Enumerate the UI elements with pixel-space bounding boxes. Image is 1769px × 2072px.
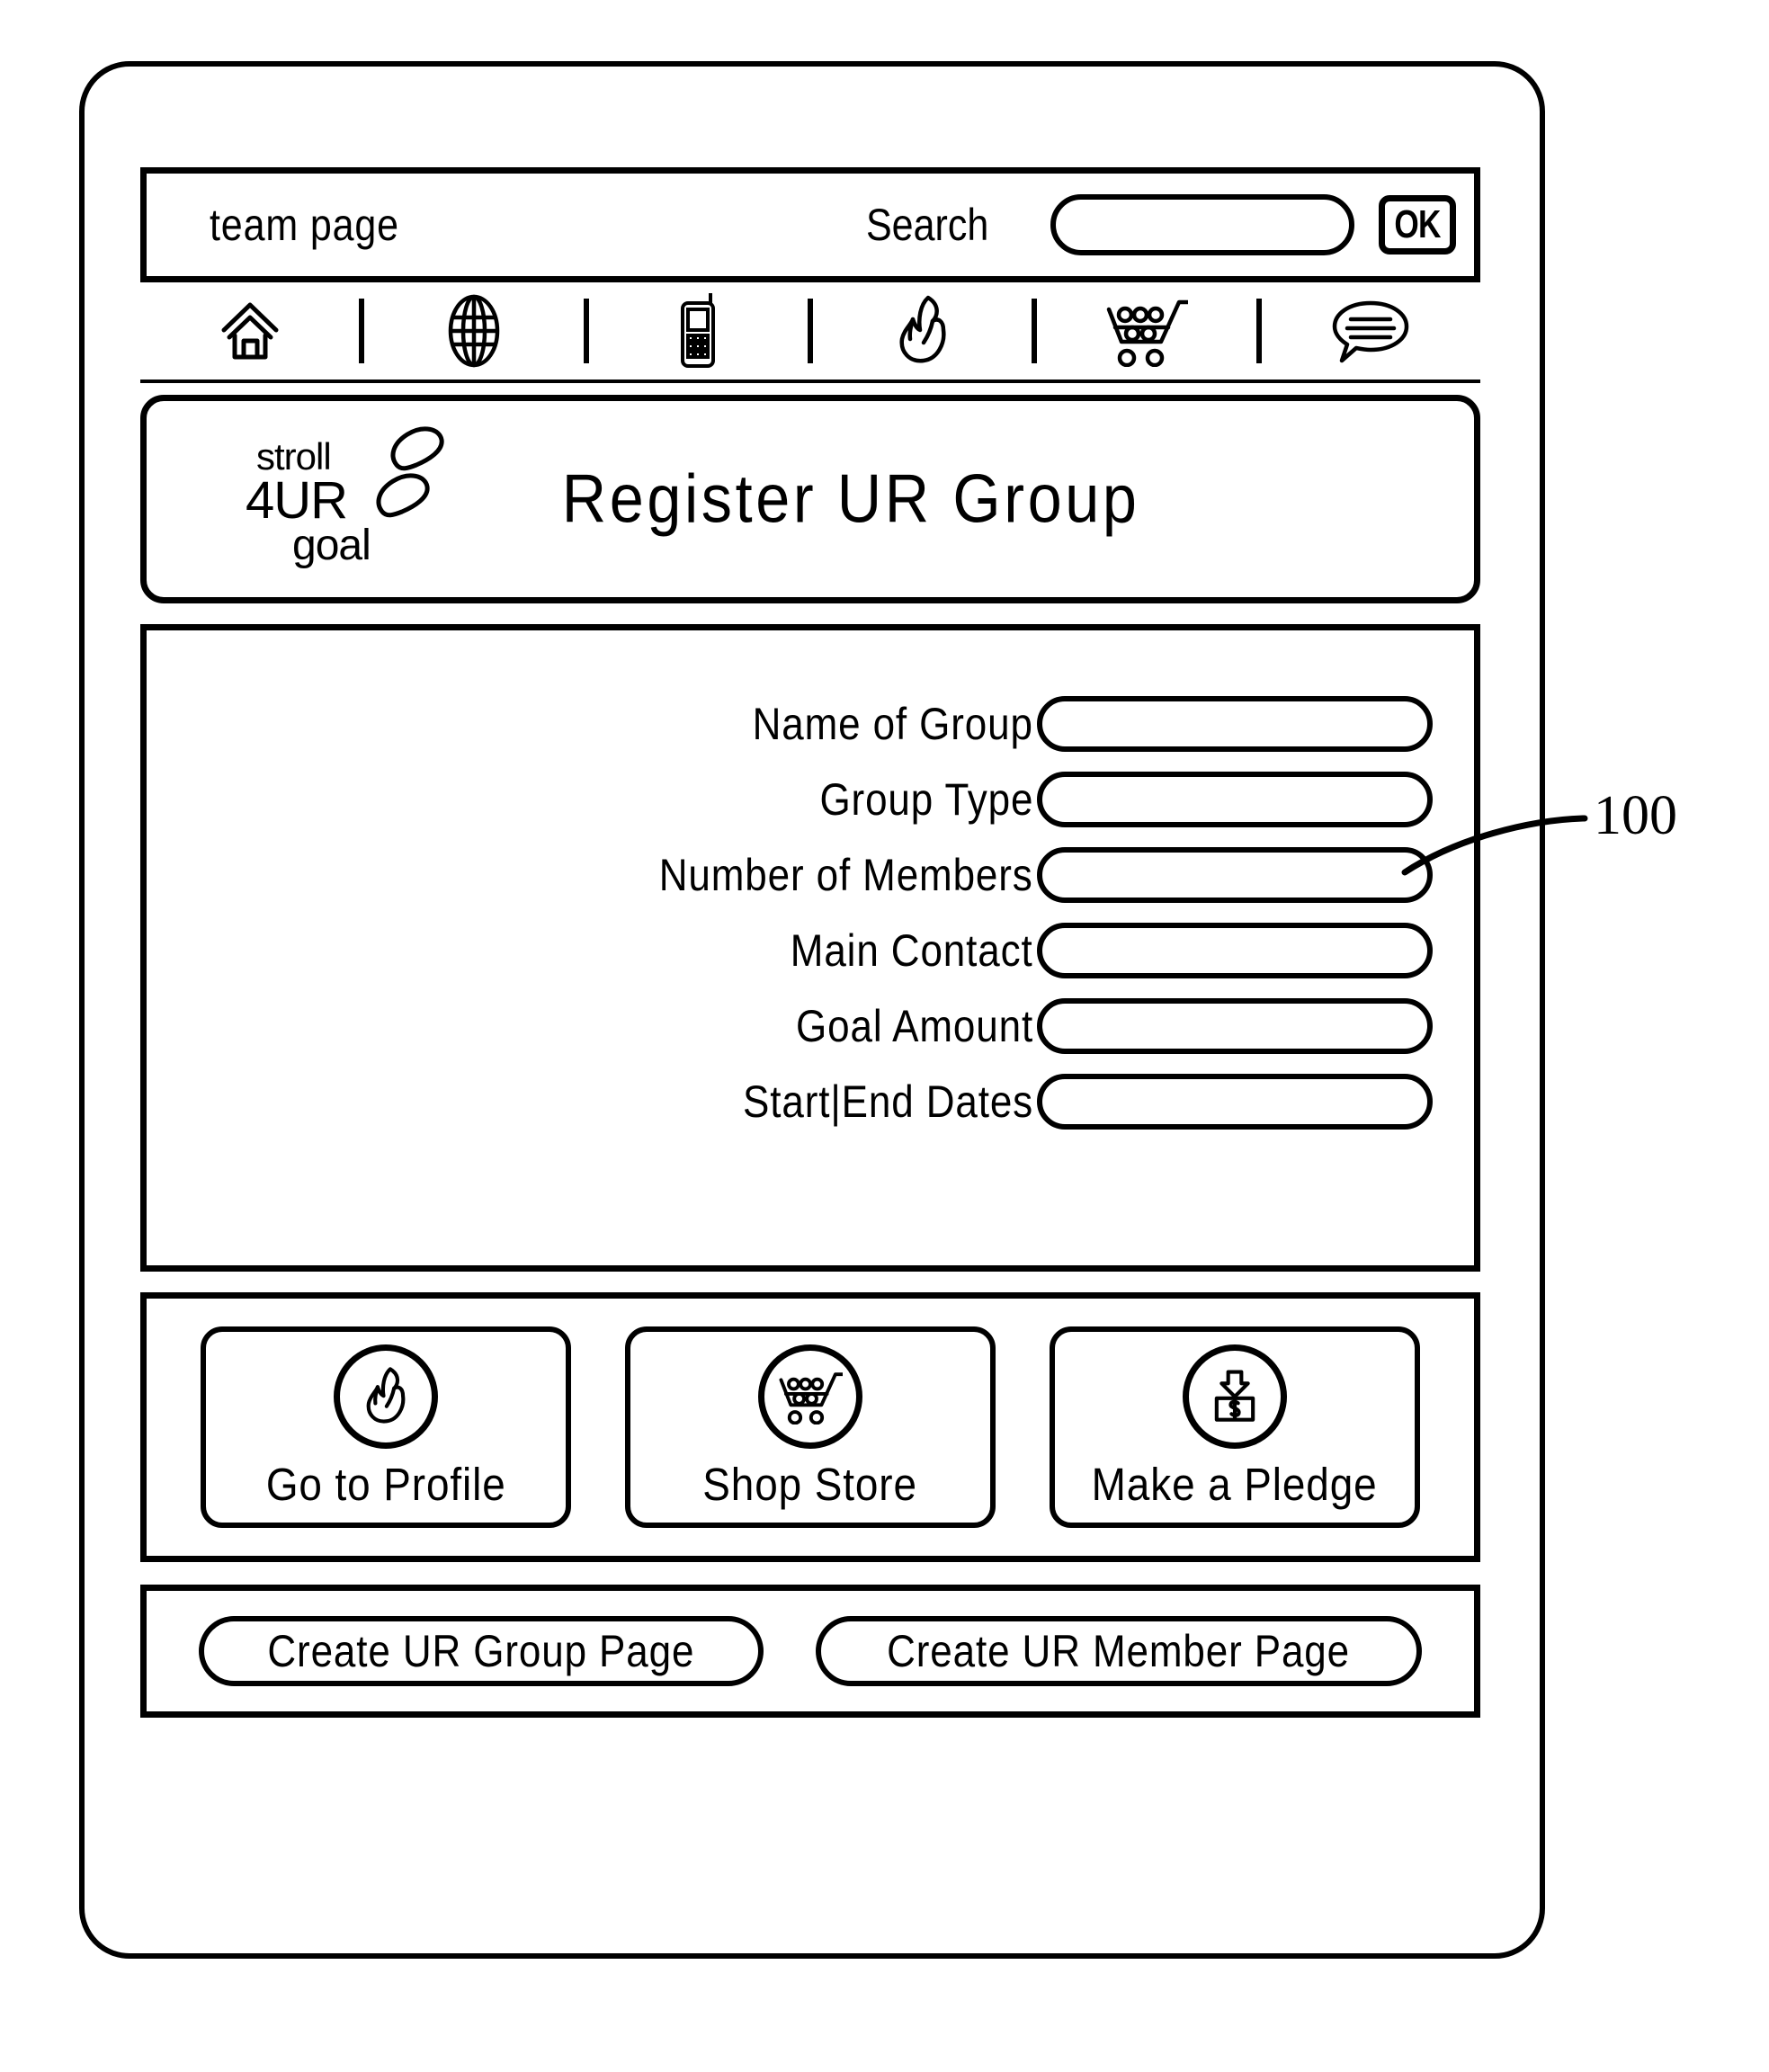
create-ur-member-page-button[interactable]: Create UR Member Page [816,1616,1422,1686]
globe-icon [441,294,507,368]
bottom-panel: Create UR Group Page Create UR Member Pa… [140,1585,1480,1718]
toolbar-item-mobile[interactable] [644,288,752,374]
form-row: Number of Members [147,837,1474,913]
page-title: team page [210,200,399,250]
screen-title-text: Register UR Group [561,460,1140,538]
input-group-type[interactable] [1037,772,1433,827]
form-row: Start|End Dates [147,1064,1474,1139]
toolbar-item-profile[interactable] [869,288,977,374]
form-row: Name of Group [147,686,1474,762]
go-to-profile-button[interactable]: Go to Profile [201,1326,571,1528]
search-label: Search [866,200,989,250]
reference-callout: 100 [1394,737,1754,935]
mobile-phone-icon [673,292,723,370]
shopping-cart-icon [778,1369,843,1424]
input-number-of-members[interactable] [1037,847,1433,903]
form-field-list: Name of Group Group Type Number of Membe… [147,686,1474,1139]
input-start-end-dates[interactable] [1037,1074,1433,1130]
label-main-contact: Main Contact [791,925,1033,976]
make-a-pledge-button[interactable]: Make a Pledge [1050,1326,1420,1528]
shopping-cart-icon [1105,295,1188,367]
form-row: Goal Amount [147,988,1474,1064]
flame-icon [891,292,954,370]
top-bar: team page Search OK [140,167,1480,282]
form-panel: Name of Group Group Type Number of Membe… [140,624,1480,1272]
input-main-contact[interactable] [1037,923,1433,978]
create-ur-member-page-label: Create UR Member Page [887,1626,1351,1676]
ok-button[interactable]: OK [1379,195,1456,255]
title-panel: stroll 4UR goal Register UR Group [140,395,1480,603]
device-frame: team page Search OK stroll 4UR goal Regi… [79,61,1545,1959]
ok-button-label: OK [1394,202,1441,246]
shop-store-label: Shop Store [702,1458,918,1510]
toolbar-separator [1255,299,1262,363]
label-goal-amount: Goal Amount [795,1001,1033,1051]
label-group-type: Group Type [819,774,1033,825]
form-row: Main Contact [147,913,1474,988]
create-ur-group-page-button[interactable]: Create UR Group Page [199,1616,764,1686]
deposit-icon-circle [1183,1344,1287,1449]
form-row: Group Type [147,762,1474,837]
flame-icon-circle [334,1344,438,1449]
search-input[interactable] [1050,194,1354,255]
callout-leader-line [1401,815,1588,876]
flame-icon [360,1364,412,1429]
toolbar-separator [583,299,589,363]
label-name-of-group: Name of Group [752,699,1033,749]
create-ur-group-page-label: Create UR Group Page [267,1626,695,1676]
icon-toolbar [140,282,1480,383]
make-a-pledge-label: Make a Pledge [1092,1458,1378,1510]
shop-store-button[interactable]: Shop Store [625,1326,996,1528]
input-name-of-group[interactable] [1037,696,1433,752]
actions-panel: Go to Profile Shop Store Make a Pledge [140,1292,1480,1562]
label-start-end-dates: Start|End Dates [742,1076,1033,1127]
toolbar-item-globe[interactable] [420,288,528,374]
toolbar-separator [1032,299,1038,363]
speech-bubble-icon [1331,298,1410,364]
go-to-profile-label: Go to Profile [265,1458,506,1510]
toolbar-separator [359,299,365,363]
deposit-money-icon [1205,1367,1264,1426]
screen-title: Register UR Group [147,460,1474,539]
input-goal-amount[interactable] [1037,998,1433,1054]
cart-icon-circle [758,1344,862,1449]
toolbar-item-store[interactable] [1093,288,1201,374]
toolbar-separator [807,299,813,363]
reference-number: 100 [1594,785,1677,846]
home-icon [215,296,285,366]
toolbar-item-messages[interactable] [1317,288,1425,374]
label-number-of-members: Number of Members [659,850,1033,900]
toolbar-item-home[interactable] [196,288,304,374]
